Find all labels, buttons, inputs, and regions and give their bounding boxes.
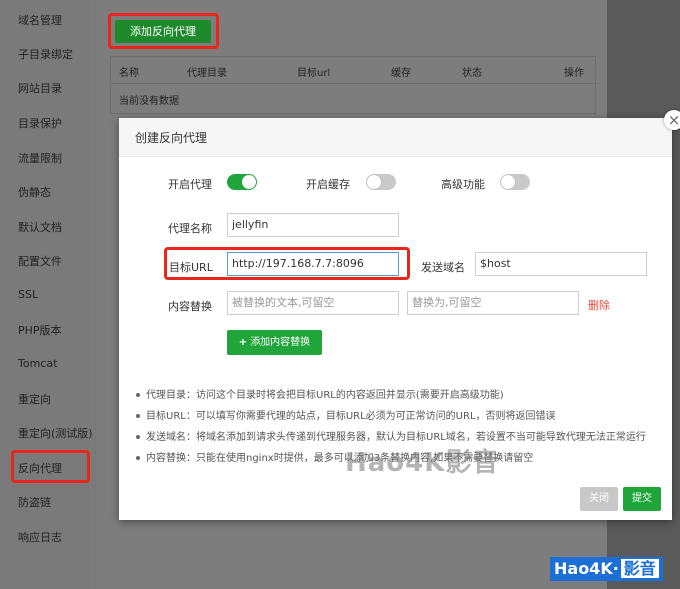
content-replace-label: 内容替换	[168, 300, 212, 313]
sidebar-item-rewrite[interactable]: 伪静态	[18, 184, 51, 200]
add-button-highlight-box	[108, 13, 219, 49]
modal-close-icon[interactable]: ×	[664, 110, 680, 130]
enable-cache-label: 开启缓存	[306, 178, 350, 191]
badge-sub-text: 影音	[620, 559, 659, 578]
send-domain-input[interactable]: $host	[475, 252, 647, 276]
toggle-knob	[501, 175, 515, 189]
submit-button[interactable]: 提交	[623, 487, 661, 511]
sidebar-item-dir-protect[interactable]: 目录保护	[18, 115, 62, 131]
replace-from-input[interactable]: 被替换的文本,可留空	[227, 291, 399, 315]
advanced-toggle[interactable]	[500, 174, 530, 190]
sidebar-item-subdir[interactable]: 子目录绑定	[18, 46, 73, 62]
bullet-icon	[136, 393, 140, 397]
plus-icon: +	[238, 337, 248, 348]
column-header-name: 名称	[119, 68, 139, 79]
sidebar-item-domain[interactable]: 域名管理	[18, 12, 62, 28]
bullet-icon	[136, 435, 140, 439]
table-header-divider	[111, 83, 595, 84]
toggle-knob	[367, 175, 381, 189]
badge-main-text: Hao4K·	[554, 559, 619, 578]
sidebar-item-default-doc[interactable]: 默认文档	[18, 219, 62, 235]
sidebar-item-config[interactable]: 配置文件	[18, 253, 62, 269]
close-button[interactable]: 关闭	[580, 487, 618, 511]
enable-proxy-label: 开启代理	[168, 178, 212, 191]
table-empty-text: 当前没有数据	[119, 96, 179, 107]
column-header-status: 状态	[462, 68, 482, 79]
bullet-icon	[136, 414, 140, 418]
sidebar-item-php[interactable]: PHP版本	[18, 322, 62, 338]
sidebar-item-redirect[interactable]: 重定向	[18, 391, 51, 407]
proxy-name-label: 代理名称	[168, 222, 212, 235]
sidebar-item-tomcat[interactable]: Tomcat	[18, 357, 57, 370]
watermark: Hao4K影音	[345, 448, 500, 478]
sidebar-item-traffic-limit[interactable]: 流量限制	[18, 150, 62, 166]
column-header-proxy-dir: 代理目录	[187, 68, 227, 79]
sidebar: 域名管理 子目录绑定 网站目录 目录保护 流量限制 伪静态 默认文档 配置文件 …	[0, 0, 95, 589]
site-logo-badge: Hao4K· 影音	[550, 557, 663, 581]
modal-titlebar: 创建反向代理	[119, 118, 672, 157]
target-url-highlight-box	[164, 247, 410, 280]
add-content-replace-button[interactable]: + 添加内容替换	[227, 330, 322, 355]
proxy-table: 名称 代理目录 目标url 缓存 状态 操作 当前没有数据	[110, 56, 596, 114]
sidebar-item-ssl[interactable]: SSL	[18, 288, 38, 301]
column-header-target-url: 目标url	[297, 68, 331, 79]
replace-to-input[interactable]: 替换为,可留空	[407, 291, 579, 315]
help-tip: 代理目录：访问这个目录时将会把目标URL的内容返回并显示(需要开启高级功能)	[136, 389, 676, 410]
modal-title: 创建反向代理	[135, 131, 208, 145]
sidebar-highlight-box	[11, 450, 90, 483]
sidebar-item-site-dir[interactable]: 网站目录	[18, 80, 62, 96]
advanced-label: 高级功能	[441, 178, 485, 191]
tip-text: 代理目录：访问这个目录时将会把目标URL的内容返回并显示(需要开启高级功能)	[146, 390, 504, 401]
proxy-name-input[interactable]: jellyfin	[227, 213, 399, 237]
add-content-replace-label: 添加内容替换	[250, 337, 311, 348]
sidebar-item-hotlink[interactable]: 防盗链	[18, 494, 51, 510]
tip-text: 目标URL：可以填写你需要代理的站点，目标URL必须为可正常访问的URL，否则将…	[146, 411, 556, 422]
toggle-knob	[242, 175, 256, 189]
column-header-actions: 操作	[564, 68, 584, 79]
delete-replace-link[interactable]: 删除	[588, 297, 610, 313]
column-header-cache: 缓存	[391, 68, 411, 79]
enable-cache-toggle[interactable]	[366, 174, 396, 190]
sidebar-item-response-log[interactable]: 响应日志	[18, 529, 62, 545]
sidebar-item-redirect-beta[interactable]: 重定向(测试版)	[18, 425, 93, 441]
help-tip: 目标URL：可以填写你需要代理的站点，目标URL必须为可正常访问的URL，否则将…	[136, 410, 676, 431]
send-domain-label: 发送域名	[421, 261, 465, 274]
bullet-icon	[136, 456, 140, 460]
enable-proxy-toggle[interactable]	[227, 174, 257, 190]
